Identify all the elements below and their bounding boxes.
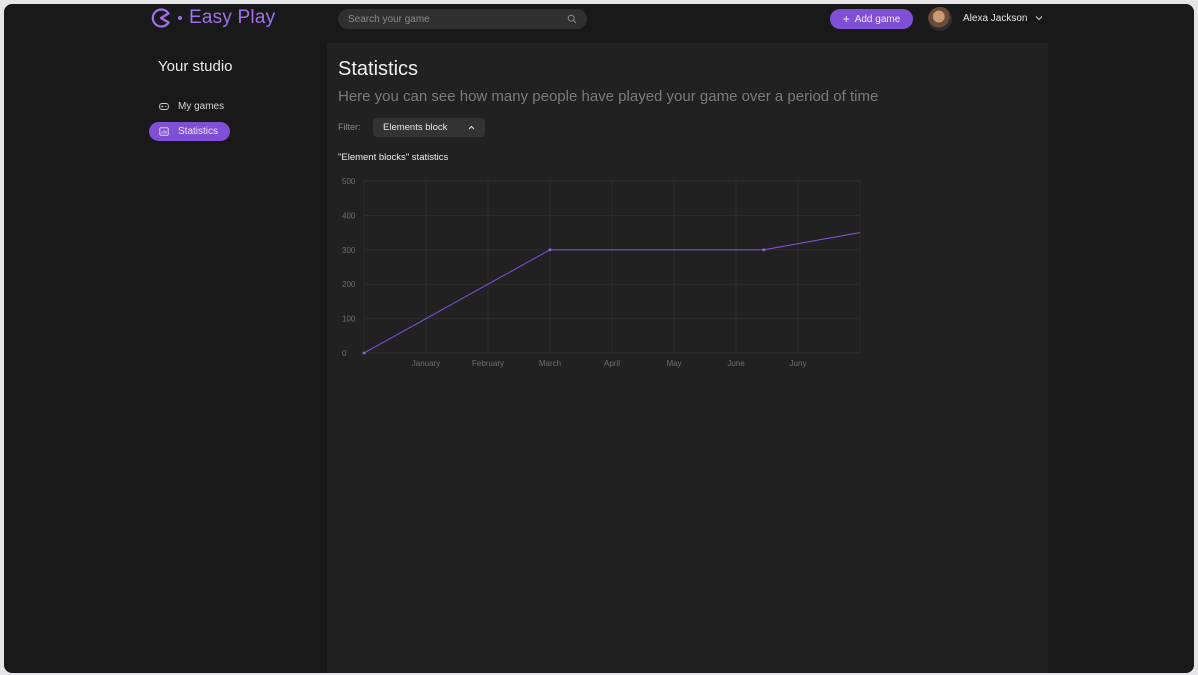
filter-value: Elements block [383, 122, 448, 133]
plus-icon: + [842, 12, 850, 26]
sidebar-item-my-games[interactable]: My games [149, 97, 230, 116]
y-tick-label: 300 [342, 246, 356, 255]
chevron-down-icon[interactable] [1035, 15, 1043, 21]
line-chart: 0 100 200 300 400 500 January February March Apri… [342, 177, 861, 368]
data-point [548, 248, 552, 252]
y-tick-label: 400 [342, 211, 356, 220]
x-tick-label: June [727, 359, 745, 368]
x-tick-label: May [666, 359, 681, 368]
sidebar-title: Your studio [158, 58, 233, 75]
search-input[interactable]: Search your game [338, 9, 587, 29]
add-game-button[interactable]: + Add game [830, 9, 913, 29]
search-placeholder: Search your game [348, 13, 430, 25]
app-name: Easy Play [189, 7, 276, 28]
filter-dropdown[interactable]: Elements block [373, 118, 485, 137]
y-tick-label: 0 [342, 349, 347, 358]
x-tick-label: January [412, 359, 440, 368]
sidebar-item-label: Statistics [178, 126, 219, 137]
data-point [762, 248, 766, 252]
x-tick-label: April [604, 359, 620, 368]
chart-title: "Element blocks" statistics [338, 152, 449, 163]
y-tick-label: 500 [342, 177, 356, 186]
filter-label: Filter: [338, 122, 361, 132]
y-tick-label: 200 [342, 280, 356, 289]
stats-icon [159, 127, 169, 136]
x-tick-label: March [539, 359, 561, 368]
user-name[interactable]: Alexa Jackson [963, 13, 1027, 24]
page-title: Statistics [338, 58, 419, 80]
x-tick-label: Juny [790, 359, 807, 368]
pacman-logo-icon [151, 8, 170, 28]
page-subtitle: Here you can see how many people have pl… [338, 88, 879, 105]
logo-dot [178, 16, 182, 20]
data-point [362, 351, 366, 355]
search-icon[interactable] [567, 14, 577, 24]
y-tick-label: 100 [342, 315, 356, 324]
sidebar-item-statistics[interactable]: Statistics [149, 122, 230, 141]
logo[interactable]: Easy Play [150, 7, 275, 29]
avatar[interactable] [928, 7, 952, 31]
gamepad-icon [159, 103, 169, 110]
add-game-label: Add game [854, 13, 901, 25]
chevron-up-icon [468, 125, 475, 130]
x-tick-label: February [472, 359, 504, 368]
sidebar-item-label: My games [178, 101, 225, 112]
